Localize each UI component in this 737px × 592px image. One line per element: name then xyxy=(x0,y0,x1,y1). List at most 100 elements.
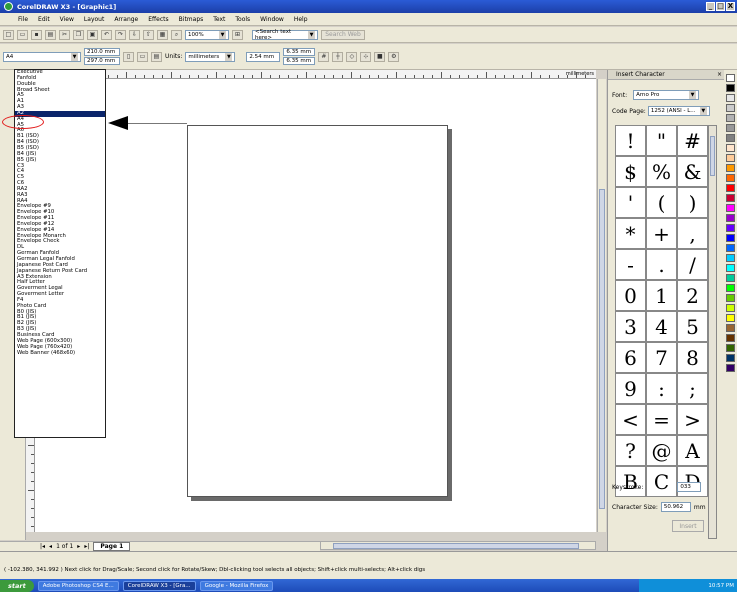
character-cell[interactable]: # xyxy=(677,125,708,156)
color-swatch[interactable] xyxy=(726,314,735,322)
character-cell[interactable]: > xyxy=(677,404,708,435)
task-coreldraw[interactable]: CorelDRAW X3 - [Gra... xyxy=(122,580,196,591)
color-swatch[interactable] xyxy=(726,264,735,272)
color-swatch[interactable] xyxy=(726,114,735,122)
character-cell[interactable]: / xyxy=(677,249,708,280)
horizontal-scrollbar[interactable] xyxy=(320,541,596,550)
color-swatch[interactable] xyxy=(726,144,735,152)
character-cell[interactable]: 1 xyxy=(646,280,677,311)
color-swatch[interactable] xyxy=(726,304,735,312)
character-cell[interactable]: , xyxy=(677,218,708,249)
color-swatch[interactable] xyxy=(726,244,735,252)
save-icon[interactable]: ▪ xyxy=(31,29,42,40)
horizontal-ruler[interactable]: millimeters xyxy=(26,70,596,79)
print-icon[interactable]: ▤ xyxy=(45,29,56,40)
duplicate-x-field[interactable]: 6.35 mm xyxy=(283,48,316,56)
application-launcher-icon[interactable]: ▦ xyxy=(157,29,168,40)
character-cell[interactable]: 5 xyxy=(677,311,708,342)
color-swatch[interactable] xyxy=(726,224,735,232)
character-cell[interactable]: 4 xyxy=(646,311,677,342)
menu-arrange[interactable]: Arrange xyxy=(114,16,138,23)
character-cell[interactable]: - xyxy=(615,249,646,280)
units-combo[interactable]: millimeters ▼ xyxy=(185,51,236,62)
color-swatch[interactable] xyxy=(726,274,735,282)
previous-page-icon[interactable]: ◂ xyxy=(49,543,52,550)
character-cell[interactable]: 7 xyxy=(646,342,677,373)
treat-as-filled-icon[interactable]: ■ xyxy=(374,51,386,62)
color-swatch[interactable] xyxy=(726,154,735,162)
character-cell[interactable]: : xyxy=(646,373,677,404)
menu-file[interactable]: File xyxy=(18,16,28,23)
character-cell[interactable]: 3 xyxy=(615,311,646,342)
character-cell[interactable]: < xyxy=(615,404,646,435)
menu-effects[interactable]: Effects xyxy=(148,16,168,23)
character-cell[interactable]: $ xyxy=(615,156,646,187)
character-size-field[interactable]: 50.962 xyxy=(660,502,691,512)
color-swatch[interactable] xyxy=(726,164,735,172)
paper-width-field[interactable]: 210.0 mm xyxy=(84,48,120,56)
zoom-icon[interactable]: ⌕ xyxy=(171,29,182,40)
character-cell[interactable]: ? xyxy=(615,435,646,466)
character-cell[interactable]: + xyxy=(646,218,677,249)
document-page[interactable] xyxy=(187,125,448,497)
character-cell[interactable]: 8 xyxy=(677,342,708,373)
snap-icon[interactable]: ⊞ xyxy=(232,29,243,40)
color-swatch[interactable] xyxy=(726,324,735,332)
vertical-scrollbar[interactable] xyxy=(597,79,606,532)
duplicate-y-field[interactable]: 6.35 mm xyxy=(283,57,316,65)
code-page-combo[interactable]: 1252 (ANSI - L... ▼ xyxy=(647,106,710,116)
paste-icon[interactable]: ▣ xyxy=(87,29,98,40)
export-icon[interactable]: ⇧ xyxy=(143,29,154,40)
snap-guidelines-icon[interactable]: ┼ xyxy=(332,51,344,62)
menu-text[interactable]: Text xyxy=(213,16,225,23)
maximize-button[interactable]: □ xyxy=(716,2,725,11)
search-web-button[interactable]: Search Web xyxy=(321,29,365,40)
task-firefox[interactable]: Google - Mozilla Firefox xyxy=(199,580,274,591)
character-cell[interactable]: 9 xyxy=(615,373,646,404)
redo-icon[interactable]: ↷ xyxy=(115,29,126,40)
menu-bitmaps[interactable]: Bitmaps xyxy=(179,16,204,23)
color-swatch[interactable] xyxy=(726,134,735,142)
close-button[interactable]: X xyxy=(726,2,735,11)
start-button[interactable]: start xyxy=(0,579,34,592)
color-swatch[interactable] xyxy=(726,354,735,362)
character-grid-scrollbar[interactable] xyxy=(708,125,717,539)
minimize-button[interactable]: _ xyxy=(706,2,715,11)
menu-edit[interactable]: Edit xyxy=(38,16,50,23)
paper-type-combo[interactable]: A4 ▼ xyxy=(3,51,81,62)
landscape-icon[interactable]: ▭ xyxy=(137,51,148,62)
paper-list-item[interactable]: Web Banner (468x60) xyxy=(15,350,105,357)
color-swatch[interactable] xyxy=(726,334,735,342)
dynamic-guides-icon[interactable]: ⊹ xyxy=(360,51,372,62)
menu-tools[interactable]: Tools xyxy=(235,16,250,23)
color-swatch[interactable] xyxy=(726,84,735,92)
character-cell[interactable]: " xyxy=(646,125,677,156)
menu-layout[interactable]: Layout xyxy=(84,16,104,23)
character-cell[interactable]: 6 xyxy=(615,342,646,373)
copy-icon[interactable]: ❐ xyxy=(73,29,84,40)
character-cell[interactable]: 0 xyxy=(615,280,646,311)
all-pages-icon[interactable]: ▤ xyxy=(151,51,162,62)
color-swatch[interactable] xyxy=(726,124,735,132)
color-swatch[interactable] xyxy=(726,204,735,212)
paper-height-field[interactable]: 297.0 mm xyxy=(84,57,120,65)
color-swatch[interactable] xyxy=(726,234,735,242)
undo-icon[interactable]: ↶ xyxy=(101,29,112,40)
horizontal-scroll-thumb[interactable] xyxy=(333,543,579,549)
color-swatch[interactable] xyxy=(726,74,735,82)
cut-icon[interactable]: ✂ xyxy=(59,29,70,40)
first-page-icon[interactable]: |◂ xyxy=(40,543,45,550)
character-scroll-thumb[interactable] xyxy=(710,136,715,176)
character-cell[interactable]: 2 xyxy=(677,280,708,311)
character-cell[interactable]: * xyxy=(615,218,646,249)
color-swatch[interactable] xyxy=(726,184,735,192)
character-cell[interactable]: & xyxy=(677,156,708,187)
close-icon[interactable]: × xyxy=(717,71,722,78)
character-cell[interactable]: A xyxy=(677,435,708,466)
character-cell[interactable]: @ xyxy=(646,435,677,466)
new-icon[interactable]: □ xyxy=(3,29,14,40)
color-swatch[interactable] xyxy=(726,364,735,372)
font-combo[interactable]: Arno Pro ▼ xyxy=(633,90,700,100)
next-page-icon[interactable]: ▸ xyxy=(77,543,80,550)
character-cell[interactable]: % xyxy=(646,156,677,187)
